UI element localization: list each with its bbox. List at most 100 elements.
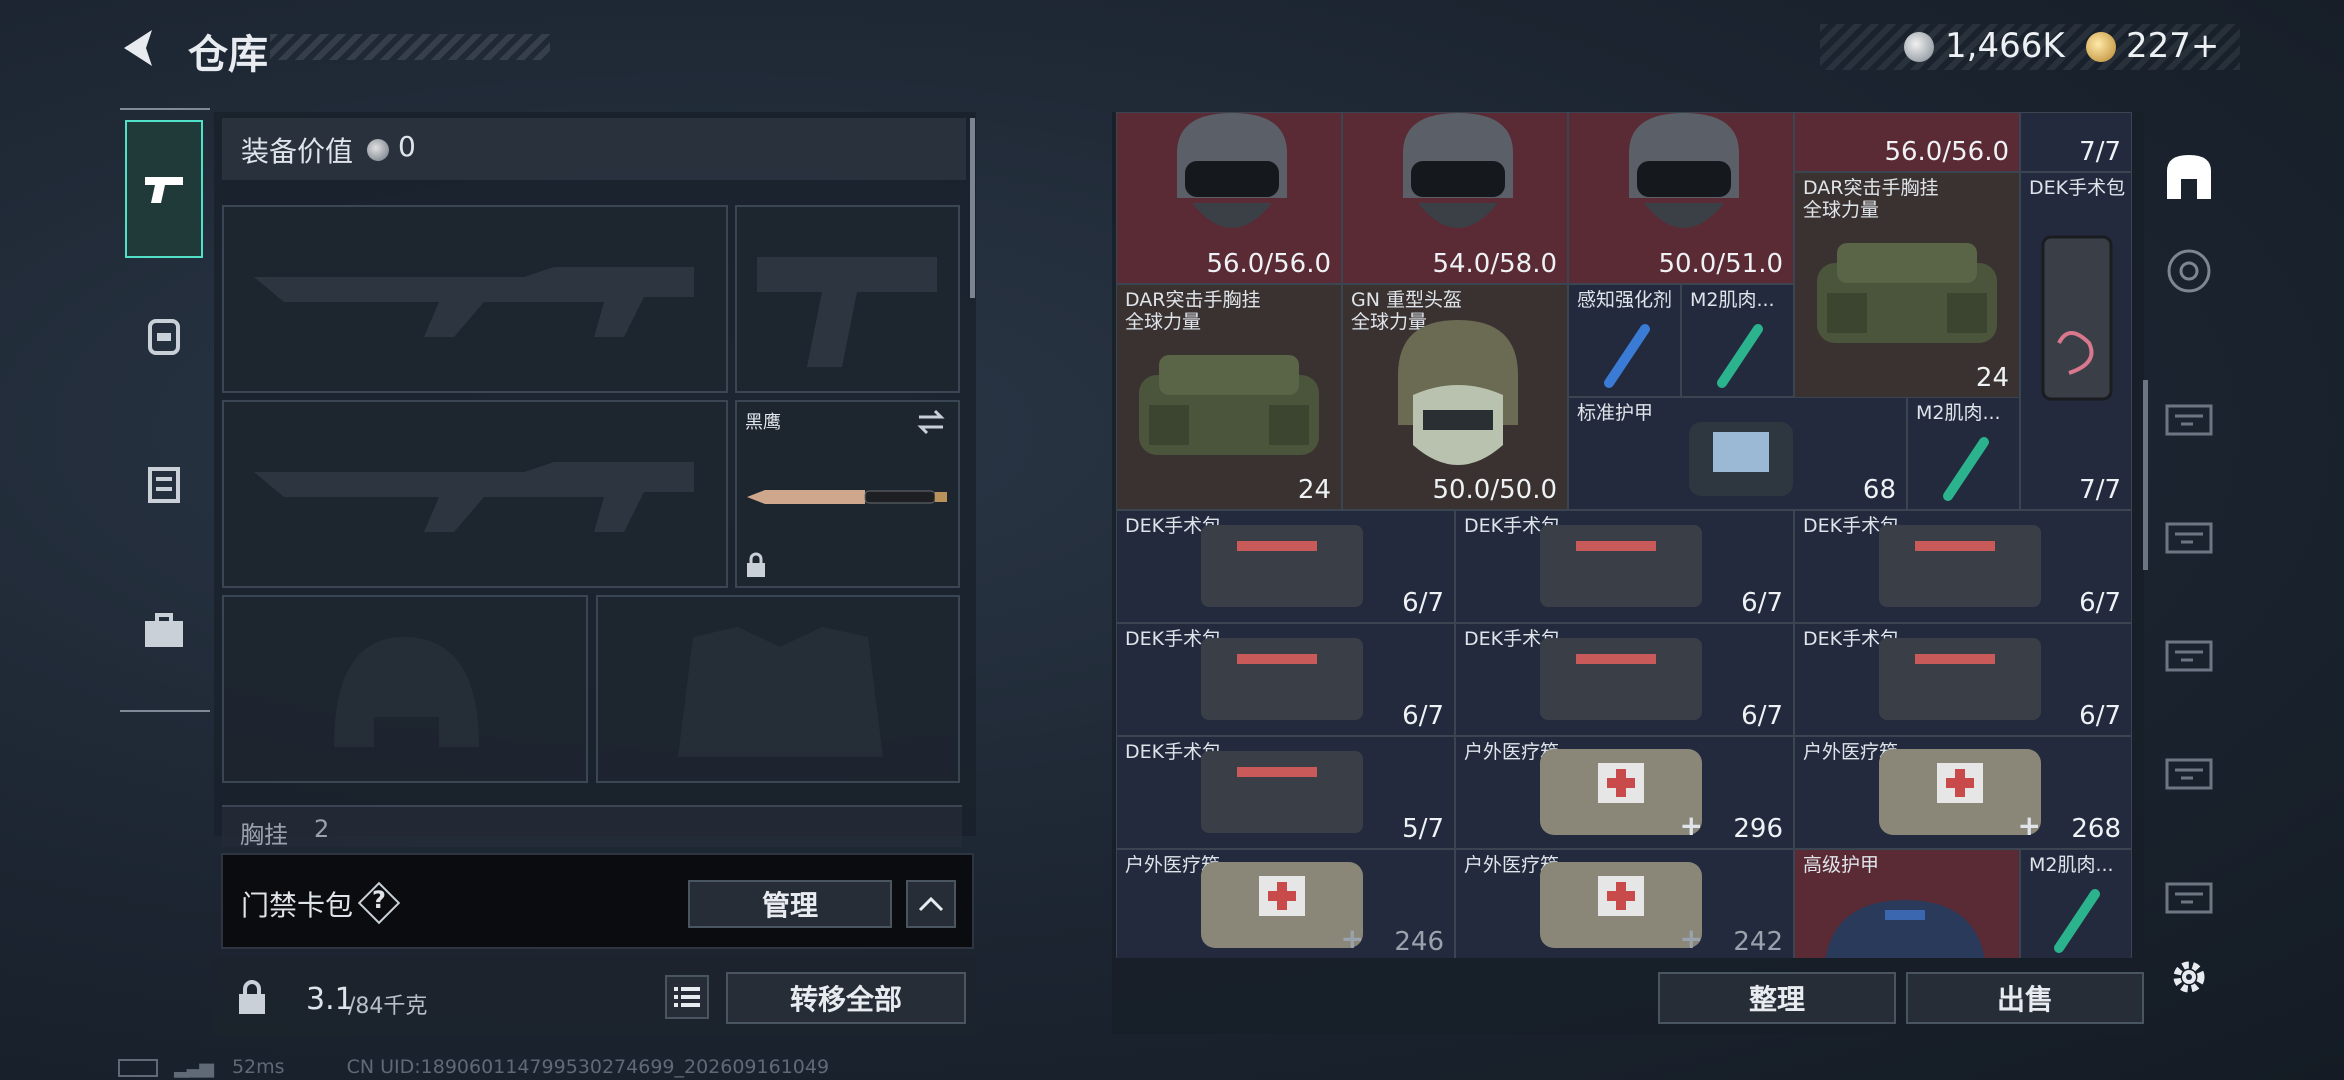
transfer-all-button[interactable]: 转移全部: [726, 972, 966, 1024]
pistol-slot[interactable]: [735, 205, 960, 393]
rifle-silhouette-icon: [254, 462, 694, 532]
sell-button[interactable]: 出售: [1906, 972, 2144, 1024]
inventory-item-advanced-armor[interactable]: 高级护甲: [1794, 849, 2020, 958]
tactical-helmet-icon: [1177, 113, 1287, 228]
tab-container-4[interactable]: [2154, 608, 2224, 698]
inventory-item-chest-rig[interactable]: DAR突击手胸挂 全球力量 24: [1116, 284, 1342, 510]
back-arrow-icon[interactable]: [116, 26, 160, 70]
knife-name: 黑鹰: [745, 412, 781, 433]
gun-case-icon: [2165, 758, 2213, 790]
expand-up-button[interactable]: [906, 880, 956, 928]
item-count: 6/7: [1741, 701, 1783, 731]
inventory-item-medkit[interactable]: 户外医疗箱 246 +: [1116, 849, 1455, 958]
list-icon: [674, 987, 700, 1007]
help-mark: ?: [372, 886, 386, 914]
inventory-item-helmet[interactable]: 50.0/51.0: [1568, 112, 1794, 284]
inventory-item-injector[interactable]: 感知强化剂: [1568, 284, 1681, 397]
item-count: 268: [2071, 814, 2121, 844]
tab-vest[interactable]: [125, 438, 203, 528]
manage-button[interactable]: 管理: [688, 880, 892, 928]
surgery-kit-icon: [1540, 638, 1702, 720]
armor-vest-icon: [1689, 422, 1793, 496]
title-stripe: [270, 34, 550, 60]
warehouse-icon: [2167, 155, 2211, 199]
gold-amount[interactable]: 227+: [2126, 26, 2219, 66]
tab-container-1[interactable]: [2154, 226, 2224, 316]
advanced-armor-icon: [1825, 900, 1985, 958]
inventory-item-surgery-kit[interactable]: DEK手术包 6/7: [1794, 623, 2132, 736]
injector-icon: [1943, 437, 1989, 501]
tactical-helmet-icon: [1403, 113, 1513, 228]
item-count: 56.0/56.0: [1884, 137, 2009, 167]
inventory-item-surgery-kit[interactable]: DEK手术包 5/7: [1116, 736, 1455, 849]
page-title: 仓库: [188, 32, 268, 78]
item-count: 50.0/51.0: [1658, 249, 1783, 279]
inventory-item-surgery-kit[interactable]: DEK手术包 6/7: [1455, 623, 1794, 736]
organize-button[interactable]: 整理: [1658, 972, 1896, 1024]
heavy-helmet-icon: [1398, 320, 1518, 465]
item-count: 5/7: [1402, 814, 1444, 844]
inventory-item-armor[interactable]: 标准护甲 68: [1568, 397, 1907, 510]
silver-coin-icon: [1904, 32, 1934, 62]
secondary-weapon-slot[interactable]: [222, 400, 728, 588]
tab-container-2[interactable]: [2154, 372, 2224, 462]
inventory-item-medkit[interactable]: 户外医疗箱 296 +: [1455, 736, 1794, 849]
inventory-item-injector[interactable]: M2肌肉...: [2020, 849, 2132, 958]
inventory-item-surgery-kit[interactable]: DEK手术包 6/7: [1794, 510, 2132, 623]
knife-icon: [747, 490, 947, 504]
battery-icon: [118, 1058, 158, 1077]
equipment-value-label: 装备价值: [241, 135, 354, 168]
item-name: 感知强化剂: [1577, 289, 1673, 311]
inventory-item-kit[interactable]: 7/7: [2020, 112, 2132, 172]
value-coin-icon: [367, 139, 389, 161]
inventory-item-injector[interactable]: M2肌肉...: [1681, 284, 1794, 397]
tab-backpack[interactable]: [125, 290, 203, 380]
tab-case[interactable]: [125, 586, 203, 676]
item-count: 242: [1733, 927, 1783, 957]
ping-value: 52ms: [231, 1056, 285, 1078]
chest-rig-bag-icon: [1139, 355, 1319, 455]
inventory-item-injector[interactable]: M2肌肉...: [1907, 397, 2020, 510]
inventory-item-helmet[interactable]: 54.0/58.0: [1342, 112, 1568, 284]
melee-slot[interactable]: 黑鹰: [735, 400, 960, 588]
inventory-item-helmet[interactable]: 56.0/56.0: [1116, 112, 1342, 284]
tab-container-3[interactable]: [2154, 490, 2224, 580]
helmet-slot[interactable]: [222, 595, 588, 783]
list-view-button[interactable]: [665, 975, 709, 1019]
tab-container-5[interactable]: [2154, 726, 2224, 816]
rail-divider-bottom: [120, 710, 210, 712]
inventory-item-surgery-kit[interactable]: DEK手术包 7/7: [2020, 172, 2132, 510]
keycard-label: 门禁卡包: [241, 889, 354, 922]
chest-rig-bag-icon: [1817, 243, 1997, 343]
inventory-item-surgery-kit[interactable]: DEK手术包 6/7: [1455, 510, 1794, 623]
chest-rig-row[interactable]: 胸挂 2: [222, 805, 962, 849]
inventory-item-helmet[interactable]: 56.0/56.0: [1794, 112, 2020, 172]
loadout-scrollbar[interactable]: [970, 118, 975, 298]
item-name: DAR突击手胸挂 全球力量: [1803, 177, 1939, 221]
swap-icon[interactable]: [915, 408, 947, 436]
gold-coin-icon: [2086, 32, 2116, 62]
tab-container-6[interactable]: [2154, 850, 2224, 940]
inventory-scrollbar[interactable]: [2143, 380, 2148, 570]
settings-button[interactable]: [2154, 952, 2224, 1002]
item-count: 24: [1297, 475, 1331, 505]
item-name: 标准护甲: [1577, 402, 1654, 424]
inventory-item-surgery-kit[interactable]: DEK手术包 6/7: [1116, 623, 1455, 736]
inventory-item-surgery-kit[interactable]: DEK手术包 6/7: [1116, 510, 1455, 623]
inventory-item-heavy-helmet[interactable]: GN 重型头盔 全球力量 50.0/50.0: [1342, 284, 1568, 510]
inventory-item-medkit[interactable]: 户外医疗箱 242 +: [1455, 849, 1794, 958]
tab-warehouse[interactable]: [2154, 132, 2224, 222]
briefcase-icon: [145, 613, 183, 647]
primary-weapon-slot[interactable]: [222, 205, 728, 393]
target-icon: [2167, 249, 2211, 293]
inventory-item-chest-rig[interactable]: DAR突击手胸挂 全球力量 24: [1794, 172, 2020, 398]
item-count: 6/7: [2079, 588, 2121, 618]
weight-capacity: /84千克: [348, 994, 428, 1019]
inventory-item-medkit[interactable]: 户外医疗箱 268 +: [1794, 736, 2132, 849]
gear-icon: [2173, 961, 2205, 993]
inventory-grid: 56.0/56.0 54.0/58.0 50.0/51.0 56.0/56.0 …: [1116, 112, 2132, 958]
armor-slot[interactable]: [596, 595, 960, 783]
item-count: 7/7: [2079, 475, 2121, 505]
helmet-silhouette-icon: [334, 637, 479, 747]
tab-weapons[interactable]: [125, 120, 203, 258]
